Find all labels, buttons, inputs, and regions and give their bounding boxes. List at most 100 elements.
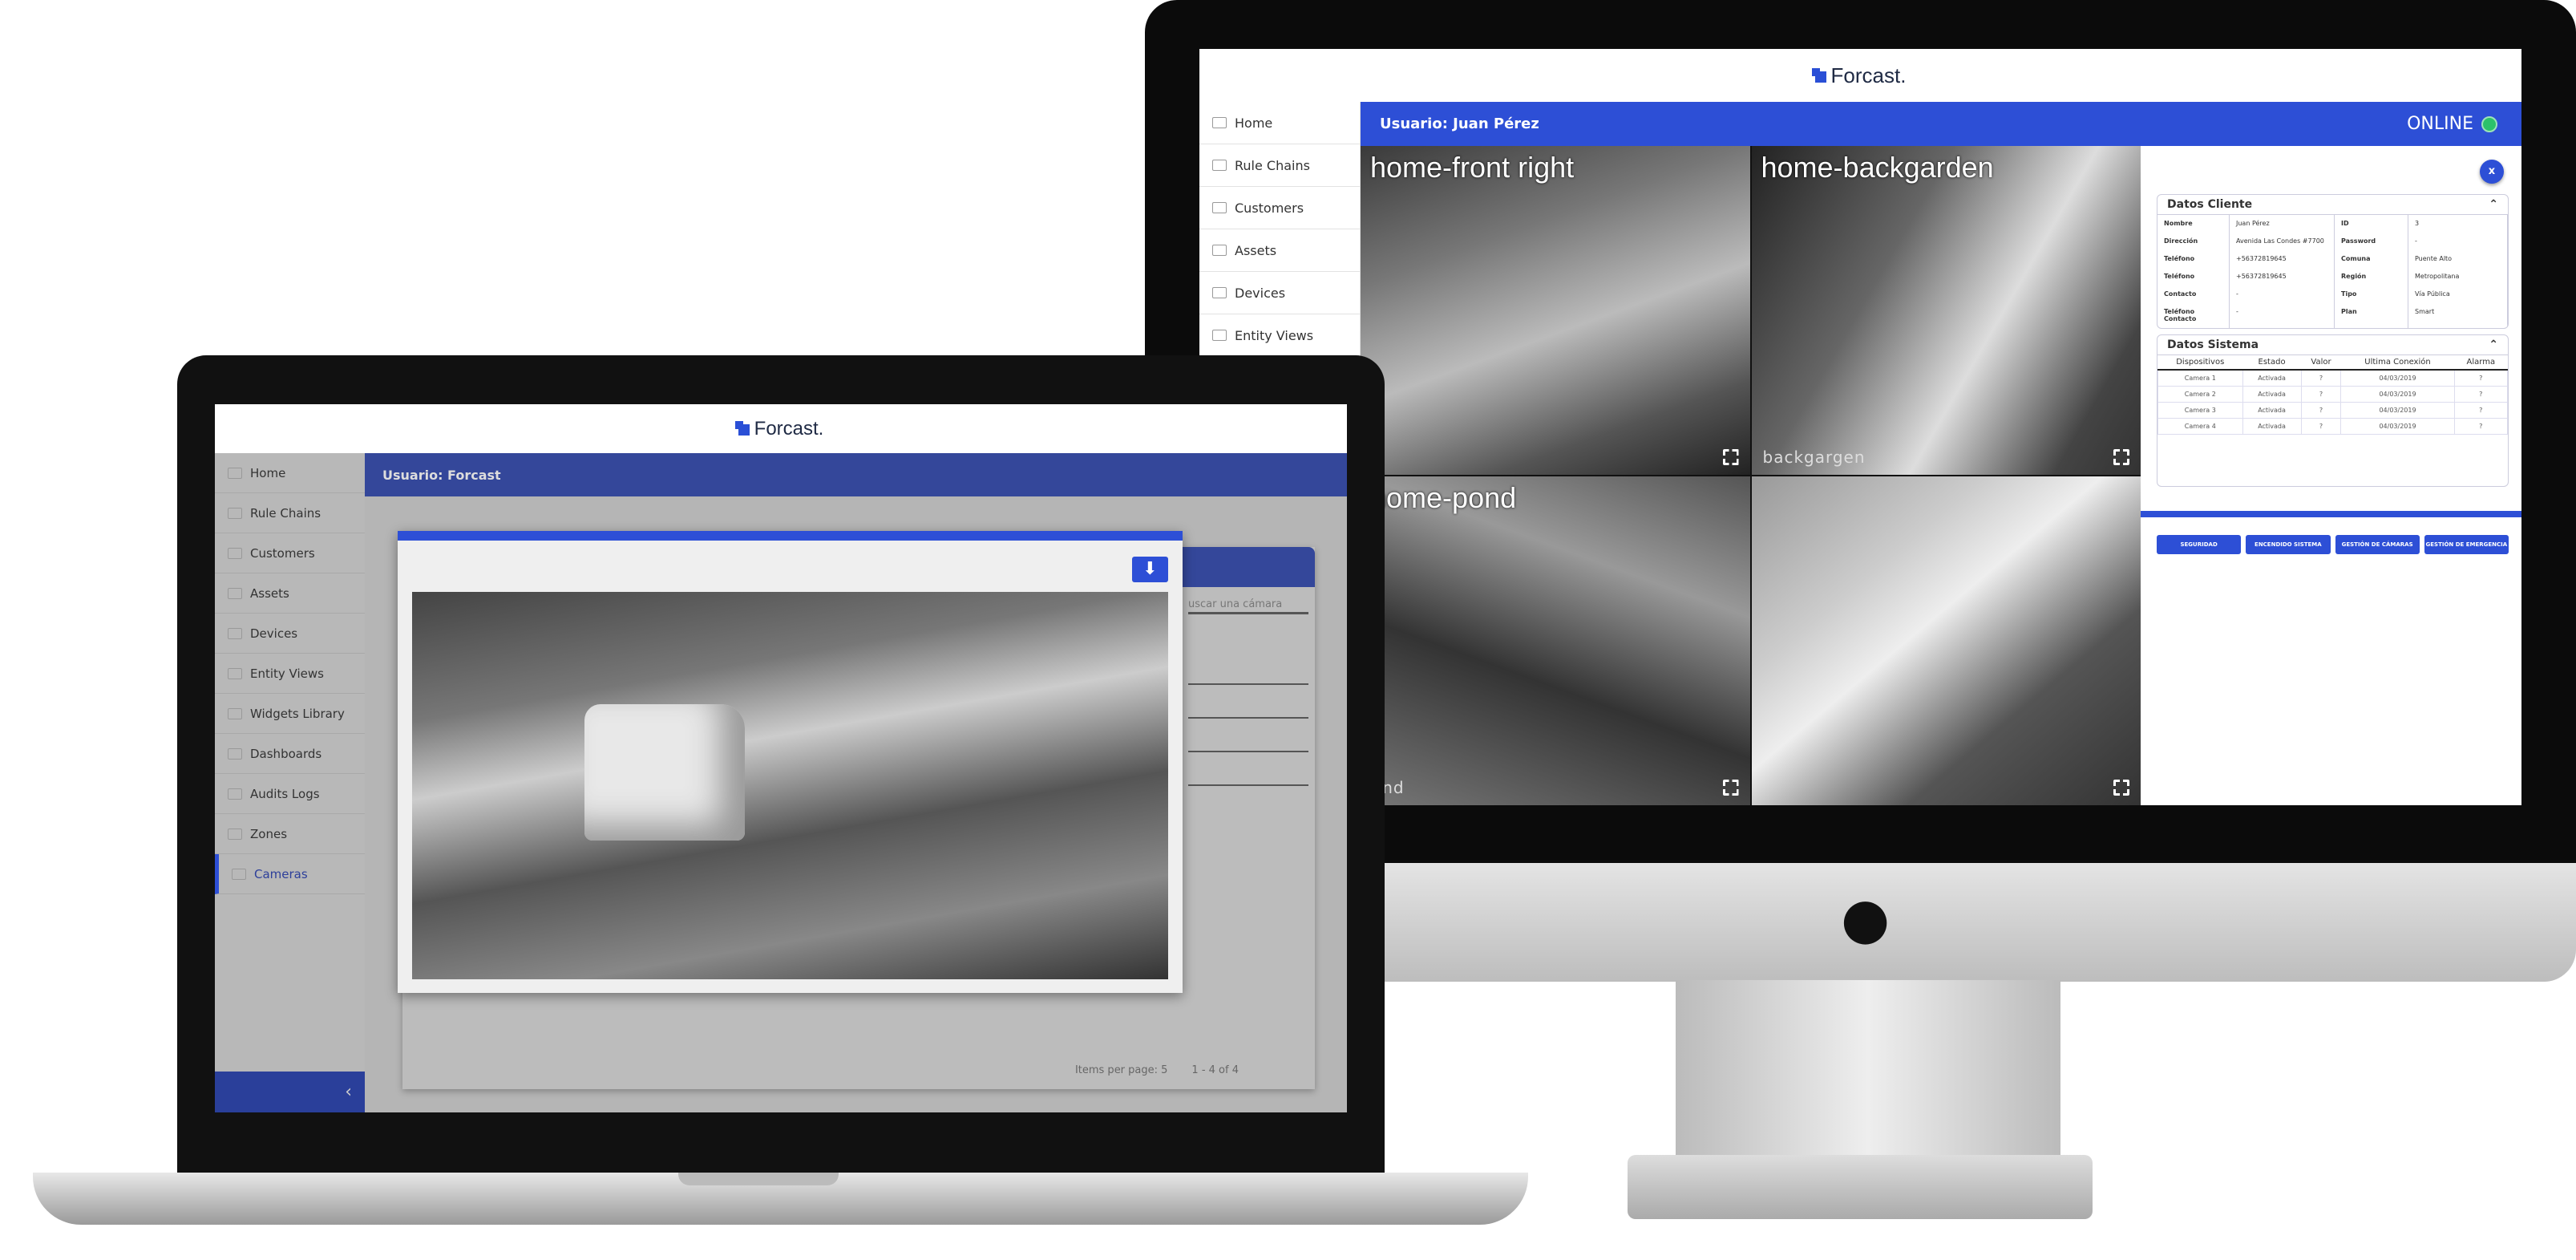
entity-views-icon	[1212, 330, 1227, 341]
sidebar-item-customers[interactable]: Customers	[1199, 187, 1360, 229]
fullscreen-icon[interactable]	[2113, 449, 2129, 465]
field-value: Vía Pública	[2408, 286, 2508, 303]
sidebar-item-widgets-library[interactable]: Widgets Library	[215, 694, 365, 734]
laptop-notch	[678, 1173, 839, 1185]
field-label: Comuna	[2335, 250, 2408, 268]
sidebar-item-label: Devices	[250, 626, 298, 641]
table-cell: Camera 1	[2157, 369, 2243, 387]
field-label: Contacto	[2157, 286, 2230, 303]
gestion-de-camaras-button[interactable]: GESTIÓN DE CÁMARAS	[2335, 535, 2420, 554]
datos-cliente-header[interactable]: Datos Cliente ⌃	[2157, 195, 2508, 215]
user-bar: Usuario: Forcast	[365, 453, 1347, 496]
sidebar-item-devices[interactable]: Devices	[1199, 272, 1360, 314]
field-label: Teléfono	[2157, 268, 2230, 286]
sidebar-item-devices[interactable]: Devices	[215, 614, 365, 654]
collapse-sidebar-button[interactable]: ‹	[215, 1072, 365, 1112]
field-value: +56372819645	[2230, 268, 2335, 286]
sidebar-item-dashboards[interactable]: Dashboards	[215, 734, 365, 774]
list-item[interactable]	[1188, 784, 1308, 786]
field-value: Puente Alto	[2408, 250, 2508, 268]
table-cell: ?	[2300, 418, 2342, 435]
camera-feed[interactable]	[1751, 476, 2141, 805]
paginator: Items per page: 5 1 - 4 of 4	[1075, 1064, 1239, 1076]
sidebar-item-assets[interactable]: Assets	[215, 573, 365, 614]
table-cell: ?	[2453, 386, 2508, 403]
table-cell: 04/03/2019	[2340, 369, 2455, 387]
page-range: 1 - 4 of 4	[1191, 1064, 1239, 1076]
sidebar-item-entity-views[interactable]: Entity Views	[215, 654, 365, 694]
gestion-de-emergencia-button[interactable]: GESTIÓN DE EMERGENCIA	[2424, 535, 2509, 554]
field-label: Tipo	[2335, 286, 2408, 303]
field-value: Metropolitana	[2408, 268, 2508, 286]
sidebar-item-entity-views[interactable]: Entity Views	[1199, 314, 1360, 357]
camera-title: home-front right	[1370, 151, 1575, 184]
camera-feed[interactable]: home-front right	[1361, 146, 1750, 475]
field-value: -	[2230, 286, 2335, 303]
sidebar-item-label: Home	[250, 465, 286, 480]
table-cell: ?	[2300, 402, 2342, 419]
devices-icon	[1212, 287, 1227, 298]
home-icon	[228, 467, 242, 479]
camera-feed[interactable]: home-pond ond	[1361, 476, 1750, 805]
encendido-sistema-button[interactable]: ENCENDIDO SISTEMA	[2246, 535, 2331, 554]
monitor-screen: Forcast. Home Rule Chains Customers Assets D…	[1199, 49, 2521, 805]
client-panel: x Datos Cliente ⌃ Nombre Juan Pérez ID 3 Dire…	[2141, 146, 2521, 805]
laptop-screen: Forcast. Home Rule Chains Customers Assets D…	[215, 404, 1347, 1112]
sidebar-item-label: Entity Views	[1235, 327, 1314, 343]
seguridad-button[interactable]: SEGURIDAD	[2157, 535, 2242, 554]
sidebar-item-home[interactable]: Home	[1199, 102, 1360, 144]
main-content: Usuario: Forcast uscar una cámara Items …	[365, 453, 1347, 1112]
sidebar-item-label: Zones	[250, 826, 288, 841]
divider	[2141, 511, 2521, 517]
table-cell: Activada	[2242, 386, 2302, 403]
table-row: Camera 4 Activada? 04/03/2019?	[2157, 418, 2508, 435]
list-item[interactable]	[1188, 751, 1308, 752]
table-row: Camera 3 Activada? 04/03/2019?	[2157, 402, 2508, 419]
zones-icon	[228, 828, 242, 840]
sidebar-item-rule-chains[interactable]: Rule Chains	[215, 493, 365, 533]
user-bar: Usuario: Juan Pérez ONLINE	[1361, 102, 2521, 146]
datos-sistema-card: Datos Sistema ⌃ Dispositivos Estado Valor Ul…	[2157, 334, 2509, 487]
apple-logo-icon: ●	[1841, 885, 1891, 951]
fullscreen-icon[interactable]	[2113, 780, 2129, 796]
online-dot-icon	[2481, 115, 2497, 132]
sidebar-item-label: Devices	[1235, 285, 1286, 301]
fullscreen-icon[interactable]	[1722, 780, 1739, 796]
customers-icon	[228, 547, 242, 559]
sidebar-item-audits-logs[interactable]: Audits Logs	[215, 774, 365, 814]
search-camera-input[interactable]: uscar una cámara	[1188, 598, 1308, 614]
camera-feed-image	[412, 592, 1168, 979]
sidebar-item-label: Rule Chains	[250, 505, 321, 521]
van-image	[584, 704, 745, 841]
fullscreen-icon[interactable]	[1722, 449, 1739, 465]
sidebar-item-cameras[interactable]: Cameras	[215, 854, 365, 894]
list-item[interactable]	[1188, 683, 1308, 685]
devices-table: Dispositivos Estado Valor Ultima Conexión Al…	[2157, 355, 2508, 435]
items-per-page[interactable]: Items per page: 5	[1075, 1064, 1167, 1076]
sidebar-item-label: Entity Views	[250, 666, 324, 681]
column-header: Estado	[2242, 355, 2302, 371]
sidebar-item-assets[interactable]: Assets	[1199, 229, 1360, 272]
datos-sistema-header[interactable]: Datos Sistema ⌃	[2157, 335, 2508, 355]
field-label: Plan	[2335, 303, 2408, 328]
sidebar-item-label: Dashboards	[250, 746, 322, 761]
close-button[interactable]: x	[2480, 160, 2504, 184]
field-value: Smart	[2408, 303, 2508, 328]
client-info-grid: Nombre Juan Pérez ID 3 Dirección Avenida Las …	[2157, 215, 2508, 328]
table-cell: Activada	[2242, 418, 2302, 435]
sidebar-item-home[interactable]: Home	[215, 453, 365, 493]
download-button[interactable]: ⬇	[1132, 557, 1168, 582]
camera-feed[interactable]: home-backgarden backgargen	[1751, 146, 2141, 475]
sidebar: Home Rule Chains Customers Assets Devices Ent…	[215, 453, 365, 1112]
list-item[interactable]	[1188, 717, 1308, 719]
sidebar-item-customers[interactable]: Customers	[215, 533, 365, 573]
camera-grid: home-front right home-backgarden backgarge…	[1361, 146, 2141, 805]
column-header: Alarma	[2454, 355, 2508, 371]
datos-cliente-card: Datos Cliente ⌃ Nombre Juan Pérez ID 3 Direcc…	[2157, 194, 2509, 329]
entity-views-icon	[228, 667, 242, 679]
monitor-stand	[1676, 980, 2060, 1181]
sidebar-item-zones[interactable]: Zones	[215, 814, 365, 854]
card-title: Datos Cliente	[2167, 198, 2253, 211]
status-text: ONLINE	[2407, 114, 2473, 134]
sidebar-item-rule-chains[interactable]: Rule Chains	[1199, 144, 1360, 187]
